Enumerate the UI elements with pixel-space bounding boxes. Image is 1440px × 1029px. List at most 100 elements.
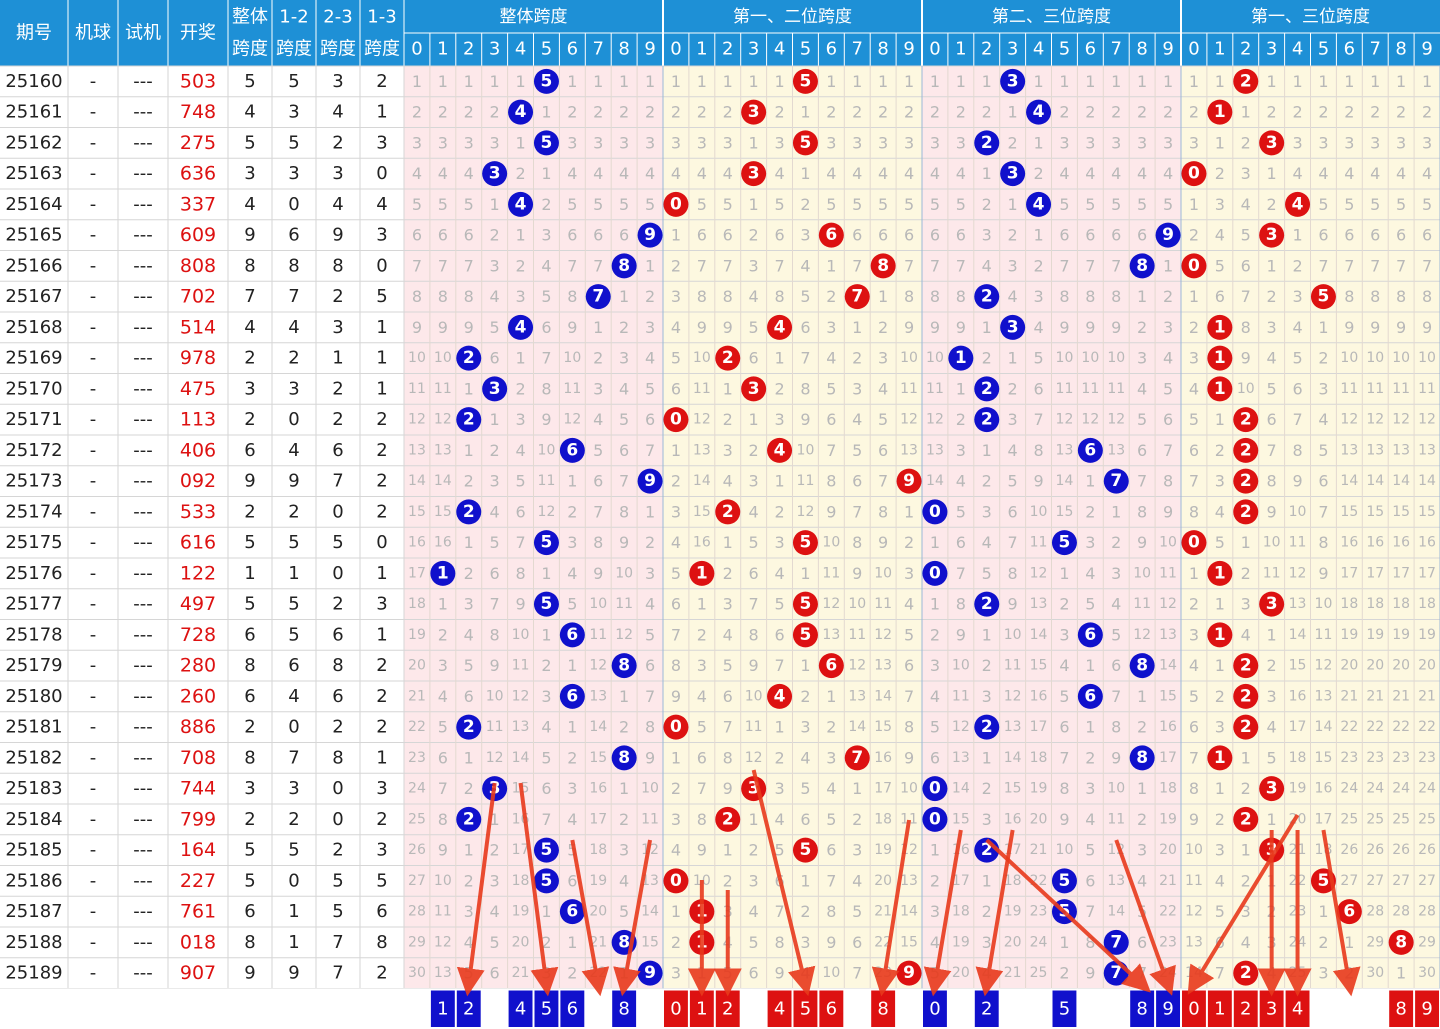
miss-count: 2 <box>671 256 681 275</box>
miss-count: 1 <box>956 72 966 91</box>
header-digit: 8 <box>877 39 888 60</box>
miss-count: 1 <box>800 656 810 675</box>
miss-count: 1 <box>1318 72 1328 91</box>
header-digit: 6 <box>826 39 837 60</box>
miss-count: 5 <box>1215 533 1225 552</box>
miss-count: 1 <box>671 902 681 921</box>
miss-count: 6 <box>1370 226 1380 245</box>
miss-count: 10 <box>900 350 918 366</box>
miss-count: 5 <box>619 902 629 921</box>
trial-cell: --- <box>133 163 153 184</box>
miss-count: 13 <box>1004 719 1022 735</box>
miss-count: 14 <box>848 719 866 735</box>
miss-count: 8 <box>826 902 836 921</box>
miss-count: 10 <box>1366 350 1384 366</box>
miss-count: 6 <box>723 226 733 245</box>
miss-count: 2 <box>1396 103 1406 122</box>
period-cell: 25167 <box>5 286 62 307</box>
span-value-cell: 1 <box>376 747 387 768</box>
miss-count: 19 <box>1004 904 1022 920</box>
miss-count: 1 <box>1215 72 1225 91</box>
miss-count: 2 <box>490 226 500 245</box>
miss-count: 4 <box>774 564 784 583</box>
header-span-12-line1: 1-2 <box>279 7 308 28</box>
miss-count: 7 <box>852 502 862 521</box>
miss-count: 4 <box>1215 502 1225 521</box>
miss-count: 2 <box>982 902 992 921</box>
miss-count: 22 <box>1392 719 1410 735</box>
miss-count: 9 <box>904 318 914 337</box>
span-value-cell: 0 <box>376 532 387 553</box>
miss-count: 5 <box>930 964 940 983</box>
miss-count: 19 <box>589 873 607 889</box>
miss-count: 2 <box>1137 318 1147 337</box>
miss-count: 9 <box>671 687 681 706</box>
trial-cell: --- <box>133 378 153 399</box>
trial-cell: --- <box>133 194 153 215</box>
header-digit: 0 <box>1188 39 1199 60</box>
span-value-cell: 2 <box>376 471 387 492</box>
hit-ball-label: 4 <box>774 686 786 706</box>
miss-count: 1 <box>593 72 603 91</box>
span-value-cell: 7 <box>288 747 299 768</box>
miss-count: 24 <box>1159 965 1177 981</box>
miss-count: 4 <box>671 318 681 337</box>
miss-count: 9 <box>956 318 966 337</box>
trial-cell: --- <box>133 655 153 676</box>
miss-count: 19 <box>1340 627 1358 643</box>
miss-count: 1 <box>774 718 784 737</box>
span-value-cell: 9 <box>332 225 343 246</box>
span-value-cell: 2 <box>376 409 387 430</box>
miss-count: 2 <box>1241 133 1251 152</box>
miss-count: 4 <box>464 164 474 183</box>
header-digit: 4 <box>1292 39 1303 60</box>
miss-count: 10 <box>434 873 452 889</box>
miss-count: 4 <box>852 164 862 183</box>
miss-count: 7 <box>723 256 733 275</box>
miss-count: 2 <box>1008 133 1018 152</box>
miss-count: 4 <box>1241 195 1251 214</box>
machine-cell: - <box>90 471 97 492</box>
miss-count: 18 <box>1392 596 1410 612</box>
miss-count: 3 <box>1059 625 1069 644</box>
draw-cell: 280 <box>180 655 216 677</box>
miss-count: 27 <box>1418 873 1436 889</box>
miss-count: 6 <box>697 748 707 767</box>
miss-count: 14 <box>900 904 918 920</box>
miss-count: 6 <box>645 656 655 675</box>
trial-cell: --- <box>133 624 153 645</box>
miss-count: 3 <box>490 472 500 491</box>
miss-count: 5 <box>671 349 681 368</box>
miss-count: 2 <box>956 103 966 122</box>
miss-count: 14 <box>952 781 970 797</box>
miss-count: 10 <box>745 688 763 704</box>
miss-count: 15 <box>1030 658 1048 674</box>
miss-count: 2 <box>464 871 474 890</box>
period-cell: 25175 <box>5 532 62 553</box>
miss-count: 6 <box>1189 718 1199 737</box>
miss-count: 4 <box>930 933 940 952</box>
span-value-cell: 0 <box>332 809 343 830</box>
miss-count: 1 <box>1137 687 1147 706</box>
draw-cell: 406 <box>180 439 216 461</box>
miss-count: 8 <box>723 287 733 306</box>
miss-count: 25 <box>1030 965 1048 981</box>
miss-count: 5 <box>464 195 474 214</box>
miss-count: 4 <box>749 902 759 921</box>
miss-count: 6 <box>904 656 914 675</box>
miss-count: 9 <box>1318 564 1328 583</box>
miss-count: 12 <box>1107 842 1125 858</box>
miss-count: 5 <box>1422 195 1432 214</box>
miss-count: 2 <box>878 318 888 337</box>
miss-count: 13 <box>900 873 918 889</box>
span-value-cell: 5 <box>288 132 299 153</box>
miss-count: 1 <box>490 410 500 429</box>
trend-chart: 期号 机球 试机 开奖 整体 跨度 1-2 跨度 2-3 跨度 1-3 跨度 整体跨度 0 1 2 3 4 5 6 7 8… <box>0 0 1440 1029</box>
miss-count: 2 <box>1267 103 1277 122</box>
miss-count: 5 <box>956 502 966 521</box>
span-value-cell: 0 <box>288 717 299 738</box>
miss-count: 9 <box>1008 595 1018 614</box>
span-value-cell: 5 <box>288 624 299 645</box>
miss-count: 20 <box>1004 934 1022 950</box>
miss-count: 2 <box>1085 103 1095 122</box>
